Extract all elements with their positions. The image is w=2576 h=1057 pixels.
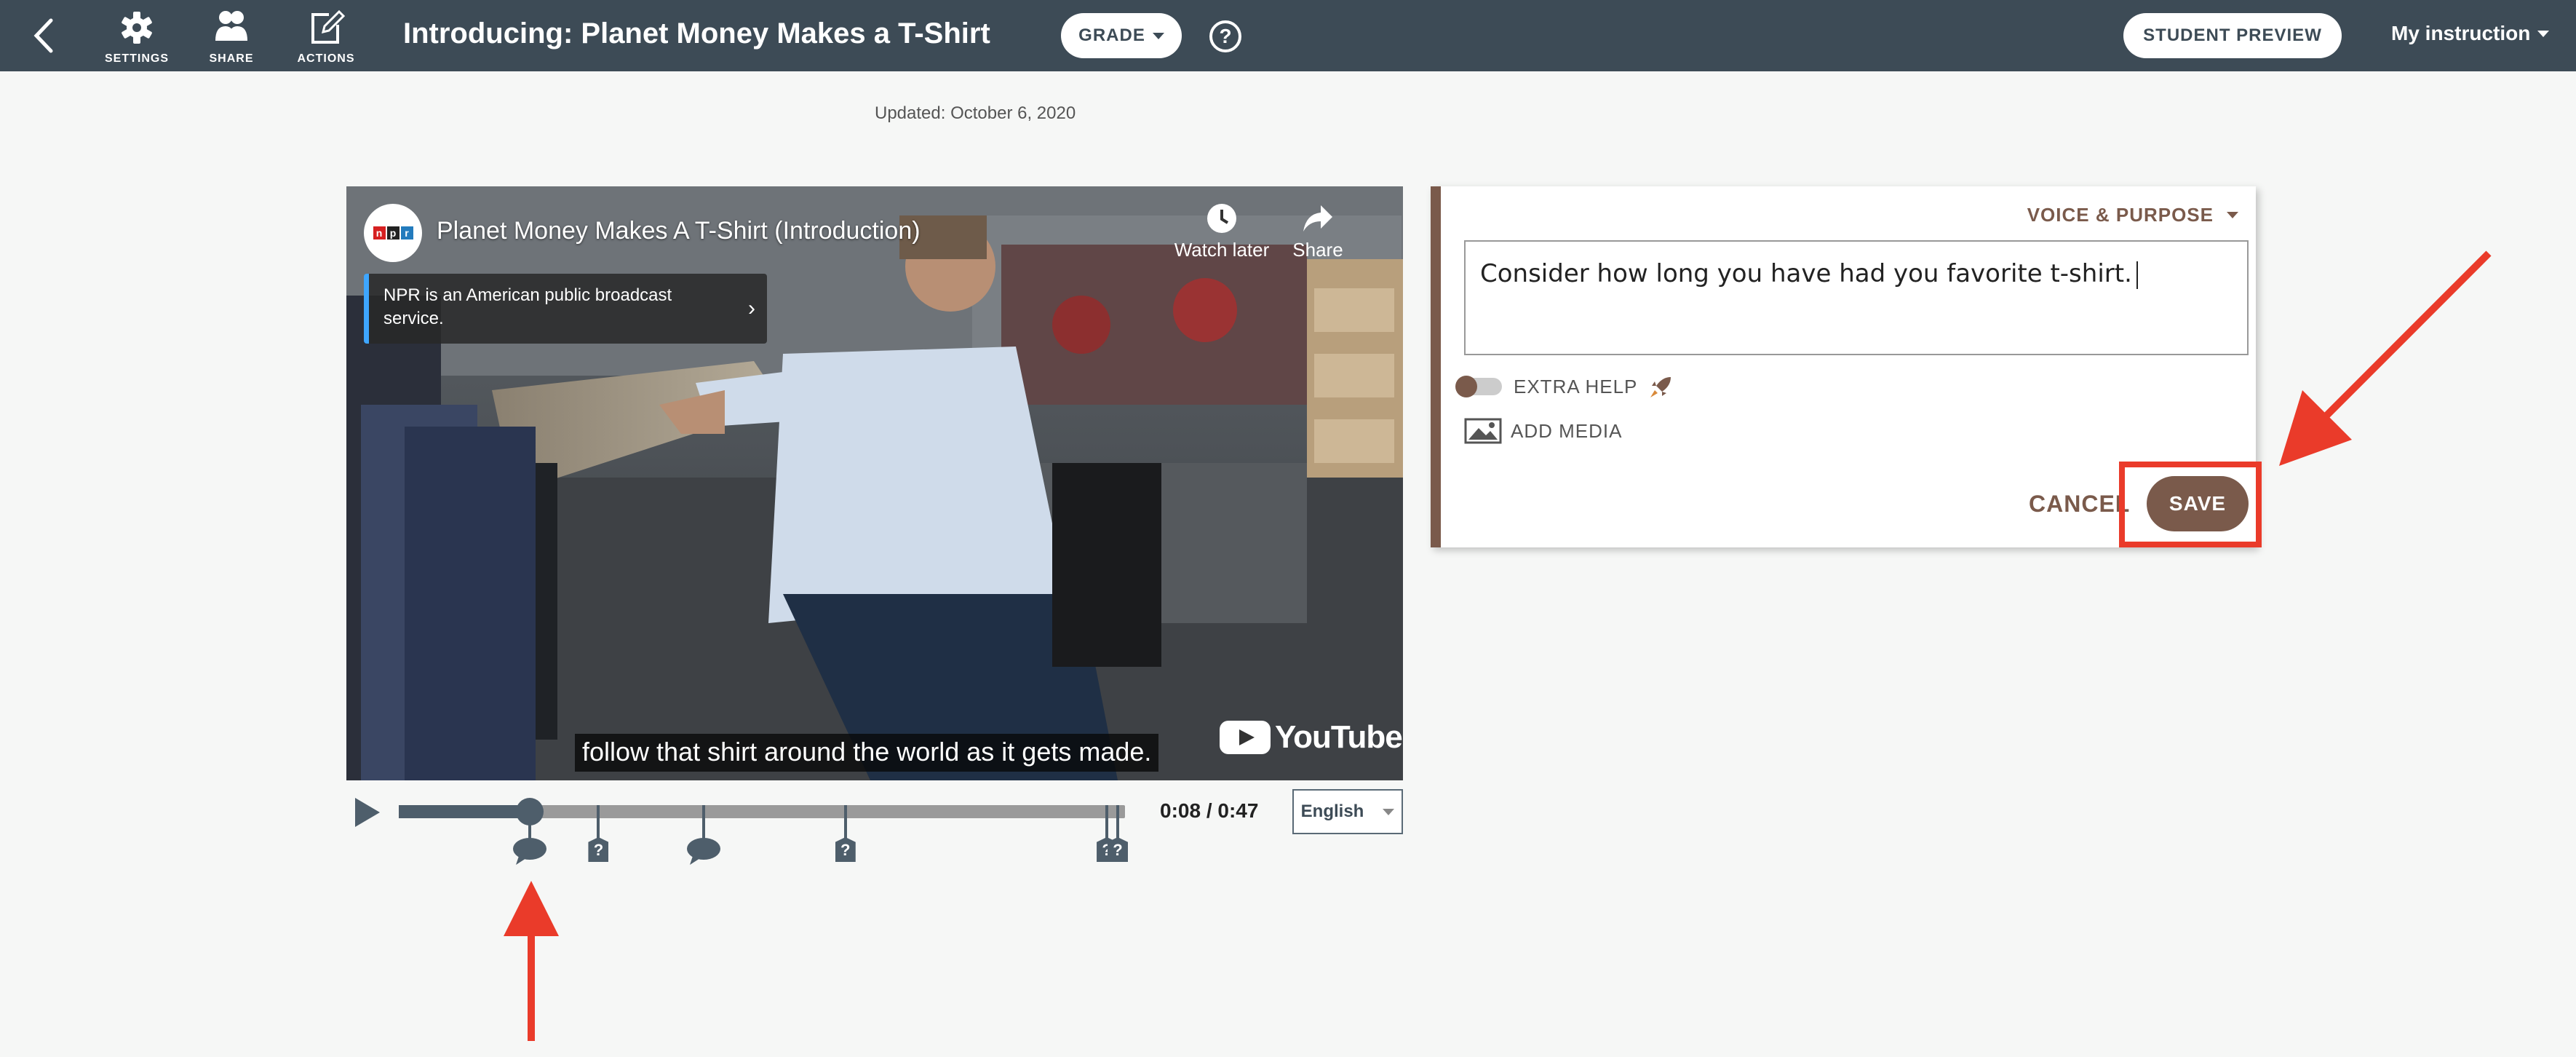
annotation-arrows [504,250,2492,1041]
arrow-to-marker-icon [504,881,559,1041]
arrow-to-save-icon [2279,250,2492,466]
